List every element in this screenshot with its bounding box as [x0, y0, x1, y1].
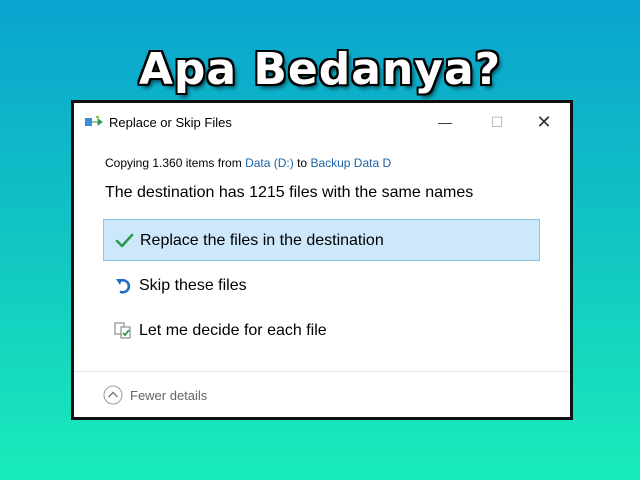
compare-files-icon	[114, 322, 131, 339]
page-headline: Apa Bedanya?	[138, 44, 502, 95]
minimize-button[interactable]: —	[430, 110, 460, 134]
maximize-button[interactable]: ☐	[482, 110, 512, 134]
dialog-title: Replace or Skip Files	[109, 115, 232, 130]
skip-arrow-icon	[116, 279, 131, 294]
conflict-message: The destination has 1215 files with the …	[105, 184, 474, 201]
replace-files-label: Replace the files in the destination	[140, 232, 384, 249]
decide-each-file-option[interactable]: Let me decide for each file	[103, 310, 540, 352]
decide-each-file-label: Let me decide for each file	[139, 322, 327, 339]
checkmark-icon	[115, 233, 134, 248]
close-button[interactable]: ✕	[529, 110, 559, 134]
copy-status-line: Copying 1.360 items from Data (D:) to Ba…	[105, 156, 391, 170]
replace-files-option[interactable]: Replace the files in the destination	[103, 219, 540, 261]
dialog-footer: Fewer details	[74, 372, 570, 417]
title-bar[interactable]: Replace or Skip Files — ☐ ✕	[74, 103, 570, 139]
copy-prefix-text: Copying 1.360 items from	[105, 156, 246, 170]
copy-files-icon	[85, 116, 103, 126]
skip-files-option[interactable]: Skip these files	[103, 265, 540, 307]
destination-link[interactable]: Backup Data D	[310, 156, 391, 170]
replace-skip-dialog: Replace or Skip Files — ☐ ✕ Copying 1.36…	[71, 100, 573, 420]
chevron-up-icon	[103, 385, 123, 405]
source-link[interactable]: Data (D:)	[245, 156, 294, 170]
fewer-details-label: Fewer details	[130, 388, 208, 403]
skip-files-label: Skip these files	[139, 277, 247, 294]
copy-to-text: to	[293, 156, 311, 170]
